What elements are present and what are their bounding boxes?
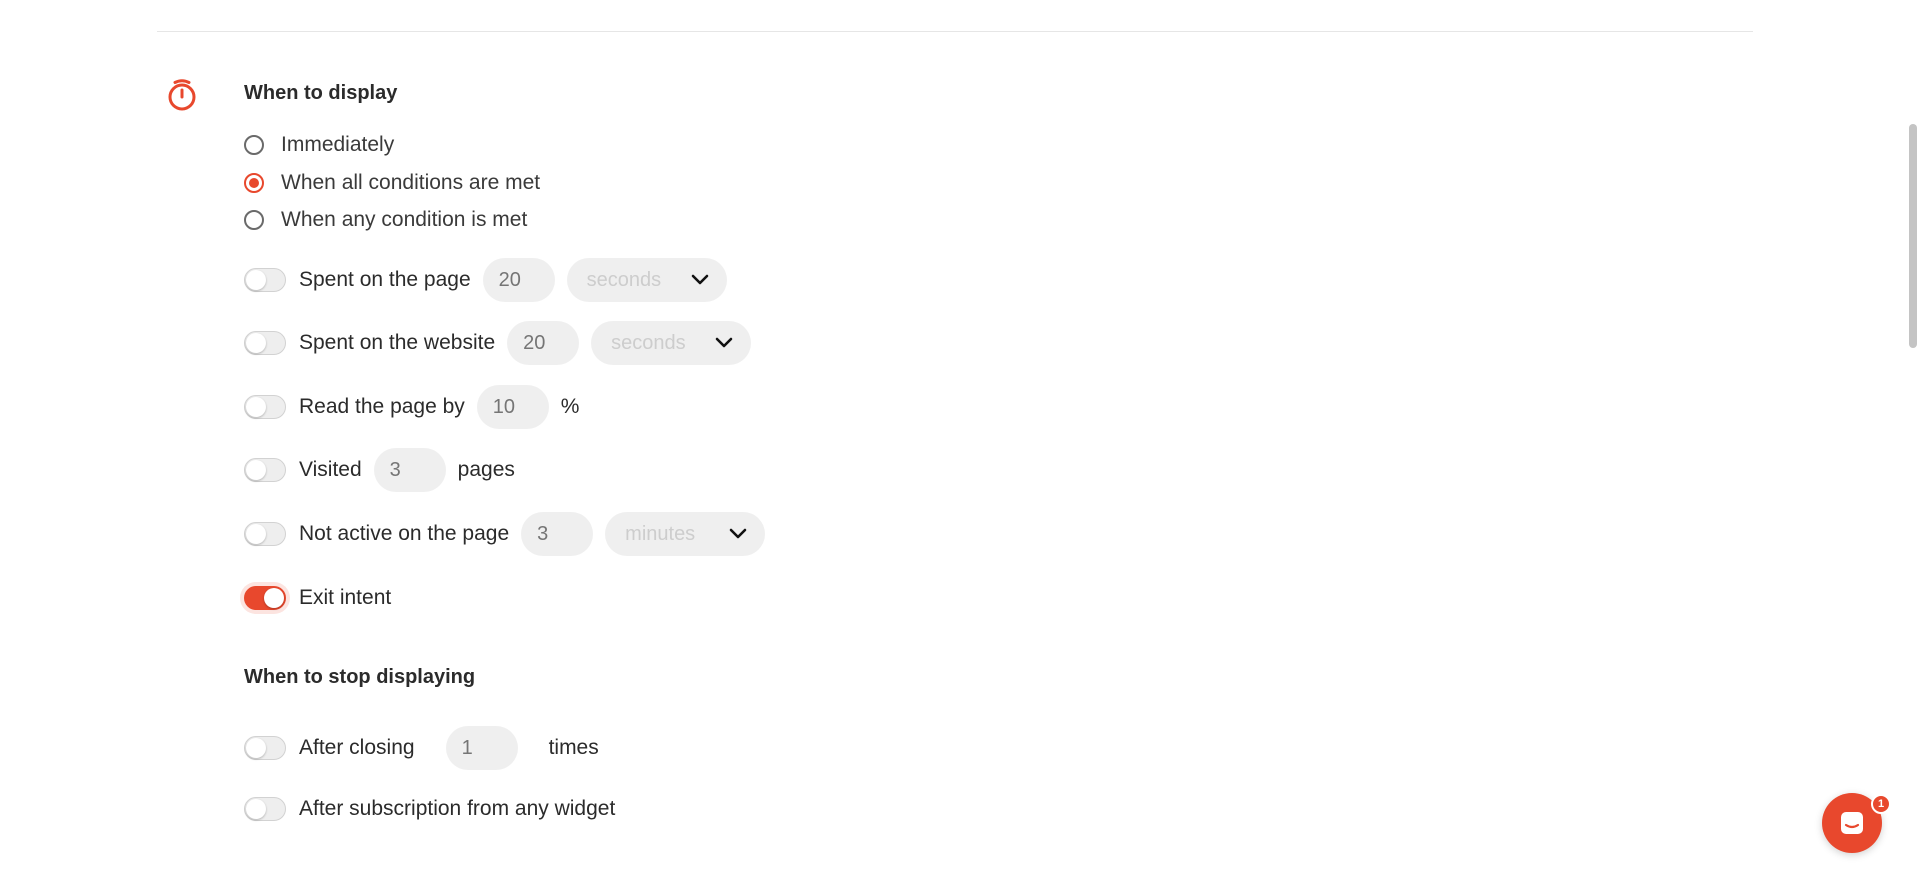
inactivity-toggle[interactable] bbox=[244, 522, 286, 546]
unit-value: minutes bbox=[625, 522, 696, 545]
radio-button-selected[interactable] bbox=[244, 173, 264, 193]
inactivity-unit-select[interactable]: minutes bbox=[605, 512, 766, 556]
section-divider bbox=[157, 31, 1753, 32]
radio-label: When all conditions are met bbox=[281, 171, 541, 194]
condition-exit-intent: Exit intent bbox=[244, 575, 391, 621]
inactivity-input[interactable] bbox=[521, 512, 594, 556]
radio-button[interactable] bbox=[244, 210, 264, 230]
after-closing-input[interactable] bbox=[445, 726, 518, 770]
when-to-stop-heading: When to stop displaying bbox=[244, 666, 476, 688]
chevron-down-icon bbox=[715, 337, 733, 348]
condition-inactivity: Not active on the page minutes bbox=[244, 511, 766, 557]
condition-time-on-page: Spent on the page seconds bbox=[244, 257, 727, 303]
vertical-scrollbar[interactable] bbox=[1905, 0, 1920, 879]
stopwatch-icon bbox=[168, 79, 196, 111]
condition-label: After closing bbox=[299, 736, 415, 759]
radio-label: When any condition is met bbox=[281, 208, 528, 231]
condition-pages-visited: Visited pages bbox=[244, 447, 515, 493]
time-on-site-unit-select[interactable]: seconds bbox=[591, 321, 752, 365]
times-suffix: times bbox=[548, 736, 599, 759]
pages-suffix: pages bbox=[457, 458, 515, 481]
condition-time-on-site: Spent on the website seconds bbox=[244, 320, 752, 366]
scroll-depth-input[interactable] bbox=[476, 385, 549, 429]
time-on-page-toggle[interactable] bbox=[244, 268, 286, 292]
scrollbar-thumb[interactable] bbox=[1909, 124, 1917, 348]
after-subscription-toggle[interactable] bbox=[244, 797, 286, 821]
exit-intent-toggle[interactable] bbox=[244, 586, 286, 610]
time-on-site-toggle[interactable] bbox=[244, 331, 286, 355]
condition-label: Spent on the website bbox=[299, 331, 496, 354]
scroll-depth-toggle[interactable] bbox=[244, 395, 286, 419]
when-to-display-heading: When to display bbox=[244, 82, 398, 104]
condition-label: Read the page by bbox=[299, 395, 465, 418]
condition-label: Not active on the page bbox=[299, 522, 510, 545]
stop-after-subscription: After subscription from any widget bbox=[244, 786, 615, 832]
radio-label: Immediately bbox=[281, 133, 395, 156]
radio-immediately[interactable]: Immediately bbox=[244, 132, 394, 158]
time-on-site-input[interactable] bbox=[507, 321, 580, 365]
time-on-page-input[interactable] bbox=[482, 258, 555, 302]
condition-label: Spent on the page bbox=[299, 268, 471, 291]
unit-value: seconds bbox=[586, 268, 662, 291]
chat-icon bbox=[1841, 812, 1863, 834]
chevron-down-icon bbox=[729, 528, 747, 539]
chevron-down-icon bbox=[691, 274, 708, 285]
after-closing-toggle[interactable] bbox=[244, 736, 286, 760]
settings-page: When to display Immediately When all con… bbox=[0, 0, 1920, 879]
condition-label: Exit intent bbox=[299, 586, 392, 609]
radio-all-conditions[interactable]: When all conditions are met bbox=[244, 170, 540, 196]
unread-badge: 1 bbox=[1871, 794, 1891, 814]
unit-value: seconds bbox=[611, 331, 686, 354]
percent-suffix: % bbox=[560, 395, 580, 418]
pages-visited-toggle[interactable] bbox=[244, 458, 286, 482]
time-on-page-unit-select[interactable]: seconds bbox=[566, 258, 727, 302]
pages-visited-input[interactable] bbox=[373, 448, 446, 492]
radio-button[interactable] bbox=[244, 135, 264, 155]
condition-label: After subscription from any widget bbox=[299, 797, 616, 820]
stop-after-closing: After closing times bbox=[244, 725, 599, 771]
condition-label: Visited bbox=[299, 458, 362, 481]
radio-any-condition[interactable]: When any condition is met bbox=[244, 207, 527, 233]
condition-scroll-depth: Read the page by % bbox=[244, 384, 579, 430]
